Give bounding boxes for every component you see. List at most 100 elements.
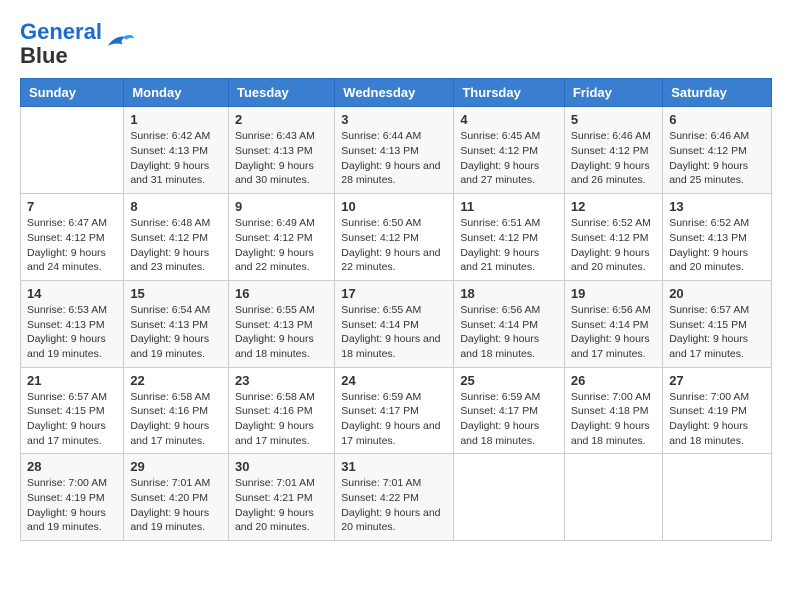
calendar-cell: 27 Sunrise: 7:00 AMSunset: 4:19 PMDayligh… — [663, 367, 772, 454]
day-number: 9 — [235, 199, 328, 214]
day-info: Sunrise: 6:56 AMSunset: 4:14 PMDaylight:… — [460, 303, 558, 362]
calendar-cell: 10Sunrise: 6:50 AMSunset: 4:12 PMDayligh… — [335, 194, 454, 281]
day-number: 6 — [669, 112, 765, 127]
header-sunday: Sunday — [21, 79, 124, 107]
day-number: 7 — [27, 199, 117, 214]
calendar-cell — [21, 107, 124, 194]
day-number: 1 — [130, 112, 222, 127]
calendar-cell: 26 Sunrise: 7:00 AMSunset: 4:18 PMDayligh… — [564, 367, 662, 454]
day-info: Sunrise: 6:43 AMSunset: 4:13 PMDaylight:… — [235, 129, 328, 188]
day-info: Sunrise: 7:00 AMSunset: 4:19 PMDaylight:… — [669, 390, 765, 449]
day-info: Sunrise: 6:42 AMSunset: 4:13 PMDaylight:… — [130, 129, 222, 188]
day-number: 13 — [669, 199, 765, 214]
calendar-cell: 24Sunrise: 6:59 AMSunset: 4:17 PMDayligh… — [335, 367, 454, 454]
calendar-table: SundayMondayTuesdayWednesdayThursdayFrid… — [20, 78, 772, 541]
day-number: 28 — [27, 459, 117, 474]
header-wednesday: Wednesday — [335, 79, 454, 107]
header-tuesday: Tuesday — [228, 79, 334, 107]
day-info: Sunrise: 6:53 AMSunset: 4:13 PMDaylight:… — [27, 303, 117, 362]
day-number: 16 — [235, 286, 328, 301]
day-number: 15 — [130, 286, 222, 301]
day-number: 22 — [130, 373, 222, 388]
calendar-header-row: SundayMondayTuesdayWednesdayThursdayFrid… — [21, 79, 772, 107]
calendar-cell: 23 Sunrise: 6:58 AMSunset: 4:16 PMDayligh… — [228, 367, 334, 454]
header-friday: Friday — [564, 79, 662, 107]
calendar-cell: 17 Sunrise: 6:55 AMSunset: 4:14 PMDayligh… — [335, 280, 454, 367]
day-number: 25 — [460, 373, 558, 388]
day-info: Sunrise: 6:59 AMSunset: 4:17 PMDaylight:… — [460, 390, 558, 449]
calendar-cell — [454, 454, 565, 541]
day-number: 31 — [341, 459, 447, 474]
calendar-cell: 29Sunrise: 7:01 AMSunset: 4:20 PMDayligh… — [124, 454, 229, 541]
day-number: 21 — [27, 373, 117, 388]
day-info: Sunrise: 7:01 AMSunset: 4:21 PMDaylight:… — [235, 476, 328, 535]
calendar-cell: 14 Sunrise: 6:53 AMSunset: 4:13 PMDayligh… — [21, 280, 124, 367]
logo: GeneralBlue — [20, 20, 134, 68]
day-info: Sunrise: 6:58 AMSunset: 4:16 PMDaylight:… — [235, 390, 328, 449]
day-number: 19 — [571, 286, 656, 301]
logo-text: GeneralBlue — [20, 20, 102, 68]
calendar-cell: 13 Sunrise: 6:52 AMSunset: 4:13 PMDayligh… — [663, 194, 772, 281]
calendar-cell: 22 Sunrise: 6:58 AMSunset: 4:16 PMDayligh… — [124, 367, 229, 454]
day-info: Sunrise: 6:52 AMSunset: 4:13 PMDaylight:… — [669, 216, 765, 275]
day-info: Sunrise: 6:47 AMSunset: 4:12 PMDaylight:… — [27, 216, 117, 275]
day-info: Sunrise: 6:51 AMSunset: 4:12 PMDaylight:… — [460, 216, 558, 275]
day-info: Sunrise: 6:45 AMSunset: 4:12 PMDaylight:… — [460, 129, 558, 188]
day-info: Sunrise: 6:58 AMSunset: 4:16 PMDaylight:… — [130, 390, 222, 449]
day-number: 26 — [571, 373, 656, 388]
day-number: 2 — [235, 112, 328, 127]
calendar-cell: 8 Sunrise: 6:48 AMSunset: 4:12 PMDaylight… — [124, 194, 229, 281]
day-info: Sunrise: 7:00 AMSunset: 4:18 PMDaylight:… — [571, 390, 656, 449]
day-number: 3 — [341, 112, 447, 127]
calendar-week-row: 21Sunrise: 6:57 AMSunset: 4:15 PMDayligh… — [21, 367, 772, 454]
day-info: Sunrise: 6:55 AMSunset: 4:14 PMDaylight:… — [341, 303, 447, 362]
calendar-cell: 12Sunrise: 6:52 AMSunset: 4:12 PMDayligh… — [564, 194, 662, 281]
calendar-cell: 11 Sunrise: 6:51 AMSunset: 4:12 PMDayligh… — [454, 194, 565, 281]
calendar-cell: 16 Sunrise: 6:55 AMSunset: 4:13 PMDayligh… — [228, 280, 334, 367]
calendar-cell: 1 Sunrise: 6:42 AMSunset: 4:13 PMDaylight… — [124, 107, 229, 194]
header-monday: Monday — [124, 79, 229, 107]
calendar-cell: 31 Sunrise: 7:01 AMSunset: 4:22 PMDayligh… — [335, 454, 454, 541]
calendar-cell: 9Sunrise: 6:49 AMSunset: 4:12 PMDaylight… — [228, 194, 334, 281]
day-number: 20 — [669, 286, 765, 301]
day-number: 14 — [27, 286, 117, 301]
day-info: Sunrise: 7:01 AMSunset: 4:20 PMDaylight:… — [130, 476, 222, 535]
day-info: Sunrise: 6:57 AMSunset: 4:15 PMDaylight:… — [669, 303, 765, 362]
calendar-cell: 15 Sunrise: 6:54 AMSunset: 4:13 PMDayligh… — [124, 280, 229, 367]
calendar-week-row: 7 Sunrise: 6:47 AMSunset: 4:12 PMDaylight… — [21, 194, 772, 281]
day-number: 8 — [130, 199, 222, 214]
calendar-cell — [663, 454, 772, 541]
calendar-cell: 28 Sunrise: 7:00 AMSunset: 4:19 PMDayligh… — [21, 454, 124, 541]
day-number: 11 — [460, 199, 558, 214]
calendar-cell: 5Sunrise: 6:46 AMSunset: 4:12 PMDaylight… — [564, 107, 662, 194]
day-info: Sunrise: 6:54 AMSunset: 4:13 PMDaylight:… — [130, 303, 222, 362]
day-number: 27 — [669, 373, 765, 388]
day-number: 30 — [235, 459, 328, 474]
logo-icon — [104, 30, 134, 58]
day-info: Sunrise: 6:48 AMSunset: 4:12 PMDaylight:… — [130, 216, 222, 275]
calendar-cell: 3 Sunrise: 6:44 AMSunset: 4:13 PMDaylight… — [335, 107, 454, 194]
calendar-week-row: 1 Sunrise: 6:42 AMSunset: 4:13 PMDaylight… — [21, 107, 772, 194]
calendar-cell: 7 Sunrise: 6:47 AMSunset: 4:12 PMDaylight… — [21, 194, 124, 281]
calendar-cell: 4Sunrise: 6:45 AMSunset: 4:12 PMDaylight… — [454, 107, 565, 194]
header-saturday: Saturday — [663, 79, 772, 107]
day-info: Sunrise: 6:44 AMSunset: 4:13 PMDaylight:… — [341, 129, 447, 188]
day-info: Sunrise: 6:55 AMSunset: 4:13 PMDaylight:… — [235, 303, 328, 362]
day-number: 18 — [460, 286, 558, 301]
day-number: 23 — [235, 373, 328, 388]
calendar-cell — [564, 454, 662, 541]
day-number: 24 — [341, 373, 447, 388]
calendar-cell: 21Sunrise: 6:57 AMSunset: 4:15 PMDayligh… — [21, 367, 124, 454]
calendar-week-row: 14 Sunrise: 6:53 AMSunset: 4:13 PMDayligh… — [21, 280, 772, 367]
page-header: GeneralBlue — [20, 20, 772, 68]
calendar-cell: 6 Sunrise: 6:46 AMSunset: 4:12 PMDaylight… — [663, 107, 772, 194]
calendar-cell: 18 Sunrise: 6:56 AMSunset: 4:14 PMDayligh… — [454, 280, 565, 367]
day-number: 17 — [341, 286, 447, 301]
day-info: Sunrise: 7:00 AMSunset: 4:19 PMDaylight:… — [27, 476, 117, 535]
calendar-cell: 25 Sunrise: 6:59 AMSunset: 4:17 PMDayligh… — [454, 367, 565, 454]
calendar-cell: 20 Sunrise: 6:57 AMSunset: 4:15 PMDayligh… — [663, 280, 772, 367]
day-info: Sunrise: 6:46 AMSunset: 4:12 PMDaylight:… — [669, 129, 765, 188]
day-info: Sunrise: 7:01 AMSunset: 4:22 PMDaylight:… — [341, 476, 447, 535]
day-info: Sunrise: 6:50 AMSunset: 4:12 PMDaylight:… — [341, 216, 447, 275]
calendar-cell: 30 Sunrise: 7:01 AMSunset: 4:21 PMDayligh… — [228, 454, 334, 541]
